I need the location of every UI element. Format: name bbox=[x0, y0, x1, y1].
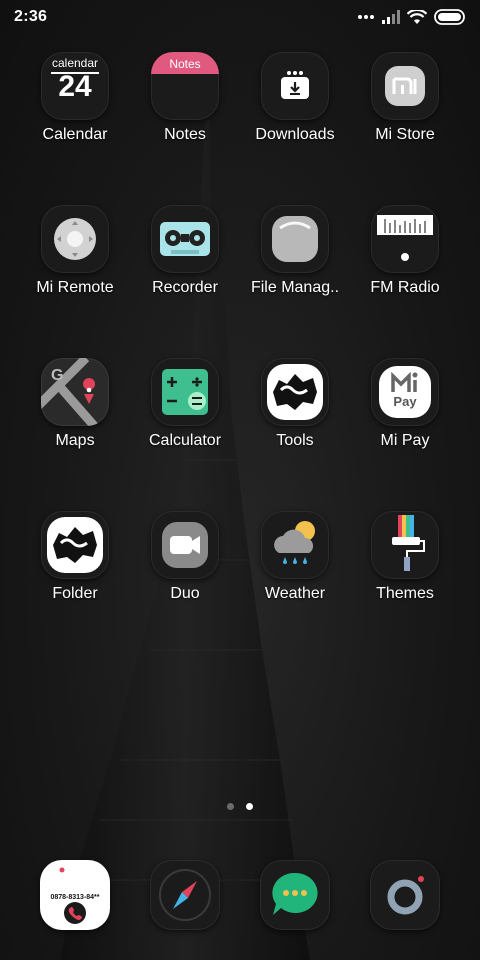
status-time: 2:36 bbox=[14, 8, 48, 25]
calculator-icon[interactable] bbox=[151, 358, 219, 426]
app-label: Mi Store bbox=[375, 126, 435, 143]
map-icon[interactable]: G bbox=[41, 358, 109, 426]
app-calculator[interactable]: Calculator bbox=[130, 358, 240, 511]
status-bar: 2:36 bbox=[0, 0, 480, 34]
tools-icon[interactable] bbox=[261, 358, 329, 426]
app-fm-radio[interactable]: FM Radio bbox=[350, 205, 460, 358]
home-screen: 2:36 calendar 24 Calendar Notes Notes Do… bbox=[0, 0, 480, 960]
message-icon[interactable] bbox=[260, 860, 330, 930]
app-grid: calendar 24 Calendar Notes Notes Downloa… bbox=[20, 52, 460, 664]
camera-icon[interactable] bbox=[370, 860, 440, 930]
dots-icon bbox=[358, 15, 374, 19]
app-label: Recorder bbox=[152, 279, 218, 296]
app-file-manager[interactable]: File Manag.. bbox=[240, 205, 350, 358]
app-label: Downloads bbox=[255, 126, 335, 143]
phone-number-text: 0878-8313-84** bbox=[50, 894, 100, 901]
app-label: Themes bbox=[376, 585, 434, 602]
app-recorder[interactable]: Recorder bbox=[130, 205, 240, 358]
dock: 0878-8313-84** bbox=[20, 860, 460, 930]
app-label: Calendar bbox=[42, 126, 108, 143]
app-calendar[interactable]: calendar 24 Calendar bbox=[20, 52, 130, 205]
page-indicator[interactable] bbox=[0, 803, 480, 810]
app-notes[interactable]: Notes Notes bbox=[130, 52, 240, 205]
page-dot[interactable] bbox=[227, 803, 234, 810]
weather-icon[interactable] bbox=[261, 511, 329, 579]
compass-icon[interactable] bbox=[150, 860, 220, 930]
dock-messages[interactable] bbox=[240, 860, 350, 930]
app-mi-store[interactable]: Mi Store bbox=[350, 52, 460, 205]
app-downloads[interactable]: Downloads bbox=[240, 52, 350, 205]
dock-phone[interactable]: 0878-8313-84** bbox=[20, 860, 130, 930]
page-dot-active[interactable] bbox=[246, 803, 253, 810]
app-tools[interactable]: Tools bbox=[240, 358, 350, 511]
svg-text:G: G bbox=[51, 367, 63, 384]
app-label: Mi Remote bbox=[36, 279, 114, 296]
app-label: Mi Pay bbox=[380, 432, 430, 449]
calendar-icon[interactable]: calendar 24 bbox=[41, 52, 109, 120]
mi-pay-icon[interactable]: Pay bbox=[371, 358, 439, 426]
notes-icon[interactable]: Notes bbox=[151, 52, 219, 120]
download-icon[interactable] bbox=[261, 52, 329, 120]
app-label: Weather bbox=[264, 585, 326, 602]
app-mi-remote[interactable]: Mi Remote bbox=[20, 205, 130, 358]
app-weather[interactable]: Weather bbox=[240, 511, 350, 664]
app-label: Tools bbox=[276, 432, 314, 449]
phone-icon[interactable]: 0878-8313-84** bbox=[40, 860, 110, 930]
cassette-icon[interactable] bbox=[151, 205, 219, 273]
app-themes[interactable]: Themes bbox=[350, 511, 460, 664]
app-label: Calculator bbox=[148, 432, 222, 449]
app-mi-pay[interactable]: Pay Mi Pay bbox=[350, 358, 460, 511]
app-label: Folder bbox=[52, 585, 98, 602]
calendar-day-text: 24 bbox=[58, 70, 92, 103]
app-label: File Manag.. bbox=[250, 279, 340, 296]
battery-icon bbox=[434, 9, 465, 25]
dock-browser[interactable] bbox=[130, 860, 240, 930]
folder-icon[interactable] bbox=[41, 511, 109, 579]
mi-pay-text: Pay bbox=[393, 394, 417, 409]
notes-title-text: Notes bbox=[169, 57, 201, 71]
wifi-icon bbox=[407, 9, 427, 24]
signal-icon bbox=[382, 10, 400, 24]
file-manager-icon[interactable] bbox=[261, 205, 329, 273]
app-duo[interactable]: Duo bbox=[130, 511, 240, 664]
remote-icon[interactable] bbox=[41, 205, 109, 273]
app-label: FM Radio bbox=[370, 279, 440, 296]
dock-camera[interactable] bbox=[350, 860, 460, 930]
video-camera-icon[interactable] bbox=[151, 511, 219, 579]
paint-roller-icon[interactable] bbox=[371, 511, 439, 579]
calendar-month-text: calendar bbox=[51, 56, 99, 70]
radio-icon[interactable] bbox=[371, 205, 439, 273]
mi-store-icon[interactable] bbox=[371, 52, 439, 120]
app-maps[interactable]: G Maps bbox=[20, 358, 130, 511]
app-label: Duo bbox=[170, 585, 200, 602]
app-label: Maps bbox=[55, 432, 95, 449]
app-folder[interactable]: Folder bbox=[20, 511, 130, 664]
app-label: Notes bbox=[164, 126, 206, 143]
status-icons bbox=[357, 9, 466, 25]
